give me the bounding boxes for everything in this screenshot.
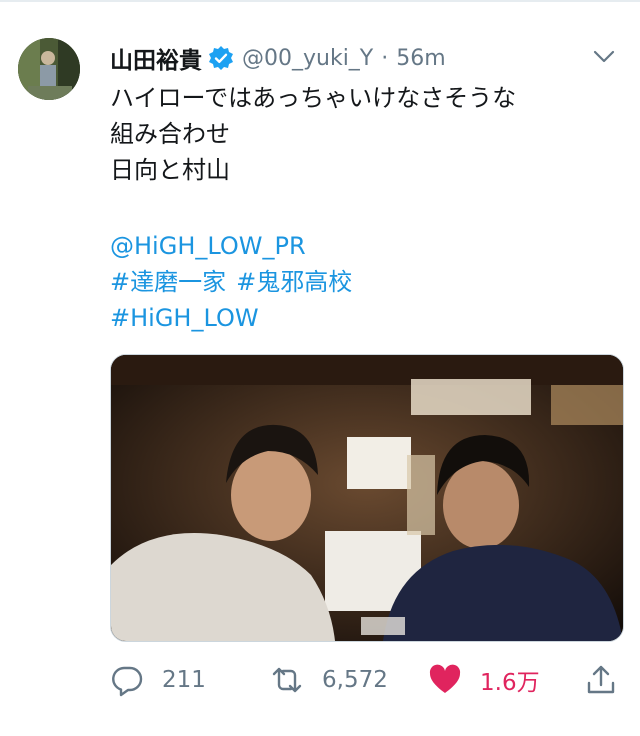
hashtag-link[interactable]: #HiGH_LOW bbox=[110, 300, 259, 336]
hashtag-row: #達磨一家 #鬼邪高校 bbox=[110, 264, 352, 300]
share-button[interactable] bbox=[584, 660, 636, 700]
tweet-photo[interactable] bbox=[110, 354, 624, 642]
reply-button[interactable]: 211 bbox=[110, 660, 206, 700]
like-button[interactable]: 1.6万 bbox=[428, 660, 540, 700]
display-name[interactable]: 山田裕貴 bbox=[110, 41, 202, 75]
like-count: 1.6万 bbox=[480, 670, 540, 696]
retweet-icon bbox=[272, 667, 302, 693]
timestamp[interactable]: 56m bbox=[396, 46, 445, 71]
share-icon bbox=[587, 665, 615, 694]
tweet-text-line: 日向と村山 bbox=[110, 156, 230, 184]
hashtag-link[interactable]: #達磨一家 bbox=[110, 268, 226, 296]
hashtag-link[interactable]: #鬼邪高校 bbox=[236, 268, 352, 296]
separator-dot: · bbox=[381, 45, 389, 71]
verified-badge-icon bbox=[208, 45, 234, 71]
chevron-down-icon[interactable] bbox=[592, 44, 616, 68]
tweet[interactable]: 山田裕貴 @00_yuki_Y · 56m ハイローではあっちゃいけなさそうな … bbox=[0, 0, 640, 736]
user-handle[interactable]: @00_yuki_Y bbox=[242, 46, 373, 71]
retweet-button[interactable]: 6,572 bbox=[270, 660, 388, 700]
mention-link[interactable]: @HiGH_LOW_PR bbox=[110, 228, 306, 264]
divider bbox=[0, 0, 640, 2]
tweet-text-line: 組み合わせ bbox=[110, 120, 230, 148]
tweet-actions: 211 6,572 1.6万 bbox=[110, 660, 622, 700]
tweet-header: 山田裕貴 @00_yuki_Y · 56m bbox=[110, 38, 446, 78]
avatar[interactable] bbox=[18, 38, 80, 100]
heart-icon bbox=[429, 664, 461, 693]
reply-count: 211 bbox=[162, 667, 206, 693]
tweet-text-line: ハイローではあっちゃいけなさそうな bbox=[110, 84, 517, 112]
reply-icon bbox=[112, 666, 143, 697]
retweet-count: 6,572 bbox=[322, 667, 388, 693]
